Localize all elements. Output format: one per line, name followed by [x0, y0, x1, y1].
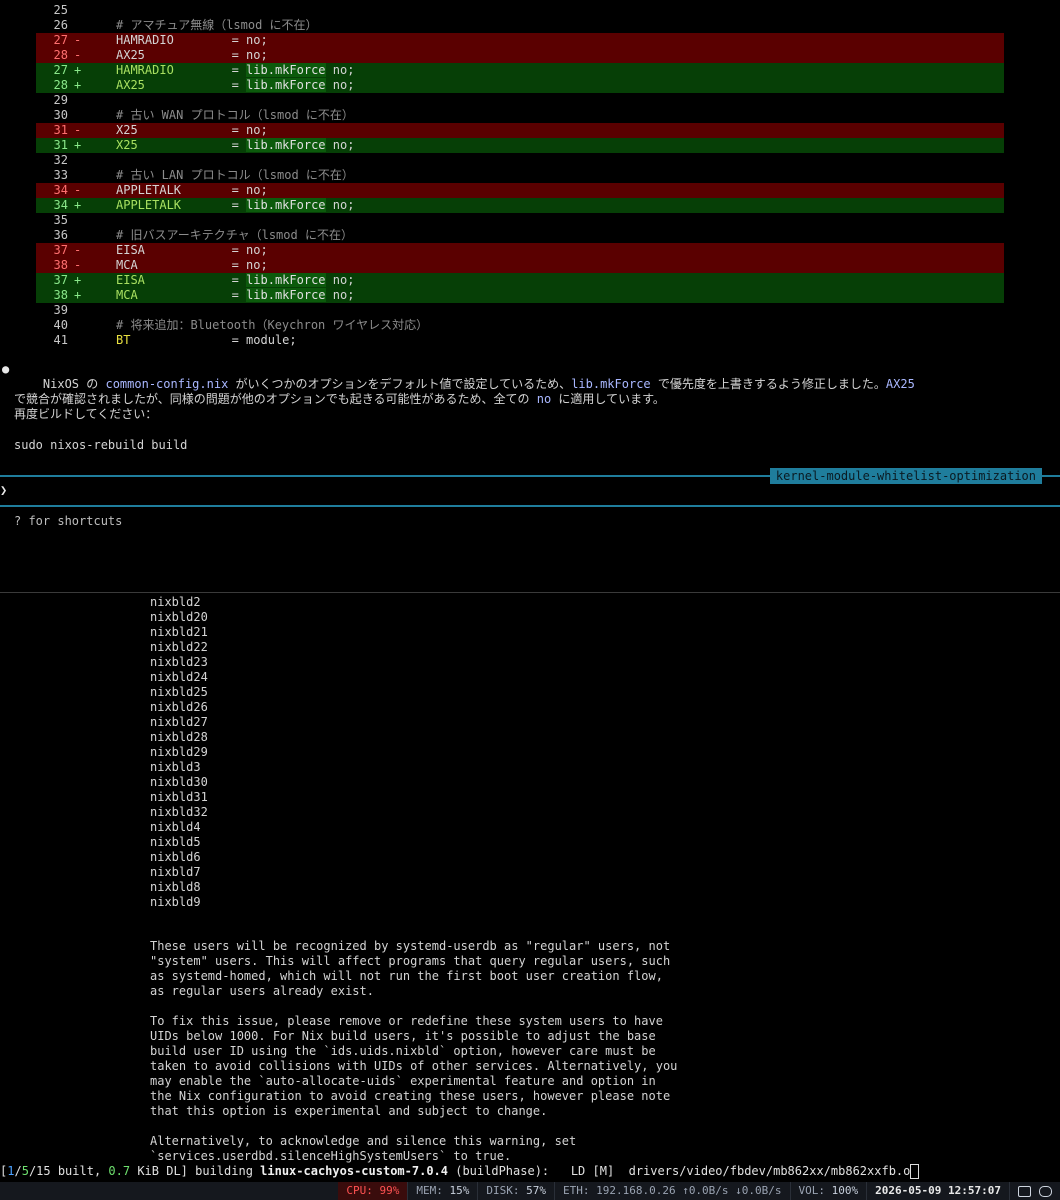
warning-line: as regular users already exist.: [150, 984, 374, 998]
list-item: nixbld24: [150, 670, 208, 684]
list-item: nixbld26: [150, 700, 208, 714]
list-item: nixbld9: [150, 895, 201, 909]
diff-line: 34 + APPLETALK = lib.mkForce no;: [36, 198, 1004, 213]
list-item: nixbld7: [150, 865, 201, 879]
disk-indicator: DISK: 57%: [477, 1182, 554, 1200]
prompt-chevron-icon: ❯: [0, 483, 8, 497]
diff-line: 38- MCA = no;: [36, 258, 1004, 273]
list-item: nixbld3: [150, 760, 201, 774]
diff-line: 25: [53, 3, 68, 17]
build-progress-line: [1/5/15 built, 0.7 KiB DL] building linu…: [0, 1163, 1060, 1179]
list-item: nixbld5: [150, 835, 201, 849]
list-item: nixbld6: [150, 850, 201, 864]
rebuild-command: sudo nixos-rebuild build: [14, 438, 188, 452]
rebuild-instruction: 再度ビルドしてください：: [14, 407, 158, 421]
diff-line: 34- APPLETALK = no;: [36, 183, 1004, 198]
diff-view: 25 26 # アマチュア無線（lsmod に不在） 27- HAMRADIO = no…: [36, 3, 1004, 348]
cpu-indicator: CPU: 99%: [338, 1182, 408, 1200]
list-item: nixbld29: [150, 745, 208, 759]
list-item: nixbld28: [150, 730, 208, 744]
warning-line: `services.userdbd.silenceHighSystemUsers…: [150, 1149, 512, 1163]
shortcuts-hint: ? for shortcuts: [14, 514, 123, 528]
list-item: nixbld30: [150, 775, 208, 789]
volume-indicator[interactable]: VOL: 100%: [789, 1182, 867, 1200]
diff-line: 35: [53, 213, 68, 227]
claude-code-pane: 25 26 # アマチュア無線（lsmod に不在） 27- HAMRADIO = no…: [0, 0, 1060, 592]
eth-indicator: ETH: 192.168.0.26 ↑0.0B/s ↓0.0B/s: [553, 1182, 790, 1200]
warning-line: To fix this issue, please remove or rede…: [150, 1014, 663, 1028]
list-item: nixbld27: [150, 715, 208, 729]
list-item: nixbld32: [150, 805, 208, 819]
chat-icon[interactable]: [1018, 1185, 1031, 1197]
list-item: nixbld4: [150, 820, 201, 834]
warning-line: These users will be recognized by system…: [150, 939, 671, 953]
diff-line: 30 # 古い WAN プロトコル（lsmod に不在）: [53, 108, 354, 122]
diff-line: 36 # 旧バスアーキテクチャ（lsmod に不在）: [53, 228, 353, 242]
diff-line: 27 + HAMRADIO = lib.mkForce no;: [36, 63, 1004, 78]
warning-line: taken to avoid collisions with UIDs of o…: [150, 1059, 678, 1073]
tray: [1009, 1182, 1060, 1200]
warning-line: "system" users. This will affect program…: [150, 954, 671, 968]
diff-line: 33 # 古い LAN プロトコル（lsmod に不在）: [53, 168, 354, 182]
assistant-message: ● NixOS の common-config.nix がいくつかのオプションをデ…: [2, 362, 915, 406]
diff-line: 37- EISA = no;: [36, 243, 1004, 258]
warning-line: may enable the `auto-allocate-uids` expe…: [150, 1074, 656, 1088]
diff-line: 41 BT = module;: [53, 333, 297, 347]
warning-line: that this option is experimental and sub…: [150, 1104, 548, 1118]
diff-line: 28 + AX25 = lib.mkForce no;: [36, 78, 1004, 93]
diff-line: 31 + X25 = lib.mkForce no;: [36, 138, 1004, 153]
diff-line: 27- HAMRADIO = no;: [36, 33, 1004, 48]
mem-indicator: MEM: 15%: [407, 1182, 477, 1200]
diff-line: 32: [53, 153, 68, 167]
warning-line: build user ID using the `ids.uids.nixbld…: [150, 1044, 656, 1058]
branch-badge: kernel-module-whitelist-optimization: [769, 468, 1042, 484]
diff-line: 39: [53, 303, 68, 317]
status-bar: CPU: 99% MEM: 15% DISK: 57% ETH: 192.168…: [0, 1182, 1060, 1200]
diff-line: 37 + EISA = lib.mkForce no;: [36, 273, 1004, 288]
user-list: nixbld2 nixbld20 nixbld21 nixbld22 nixbld23 n…: [150, 595, 208, 910]
diff-line: 28- AX25 = no;: [36, 48, 1004, 63]
list-item: nixbld2: [150, 595, 201, 609]
diff-line: 40 # 将来追加：Bluetooth（Keychron ワイヤレス対応）: [53, 318, 429, 332]
list-item: nixbld31: [150, 790, 208, 804]
warning-line: the Nix configuration to avoid creating …: [150, 1089, 671, 1103]
prompt-input[interactable]: ❯: [0, 483, 7, 498]
list-item: nixbld23: [150, 655, 208, 669]
message-bullet-icon: ●: [2, 362, 10, 376]
list-item: nixbld8: [150, 880, 201, 894]
list-item: nixbld22: [150, 640, 208, 654]
terminal-cursor: [910, 1164, 920, 1179]
warning-text: These users will be recognized by system…: [150, 939, 850, 1164]
build-output-pane: nixbld2 nixbld20 nixbld21 nixbld22 nixbld23 n…: [0, 592, 1060, 1163]
list-item: nixbld20: [150, 610, 208, 624]
warning-line: [150, 999, 850, 1014]
diff-line: 26 # アマチュア無線（lsmod に不在）: [53, 18, 318, 32]
discord-icon[interactable]: [1039, 1185, 1052, 1197]
clock: 2026-05-09 12:57:07: [866, 1182, 1009, 1200]
warning-line: UIDs below 1000. For Nix build users, it…: [150, 1029, 656, 1043]
list-item: nixbld25: [150, 685, 208, 699]
list-item: nixbld21: [150, 625, 208, 639]
diff-line: 38 + MCA = lib.mkForce no;: [36, 288, 1004, 303]
warning-line: as systemd-homed, which will not run the…: [150, 969, 663, 983]
warning-line: Alternatively, to acknowledge and silenc…: [150, 1134, 577, 1148]
input-bottom-border: [0, 505, 1060, 507]
warning-line: [150, 1119, 850, 1134]
diff-line: 31- X25 = no;: [36, 123, 1004, 138]
diff-line: 29: [53, 93, 68, 107]
